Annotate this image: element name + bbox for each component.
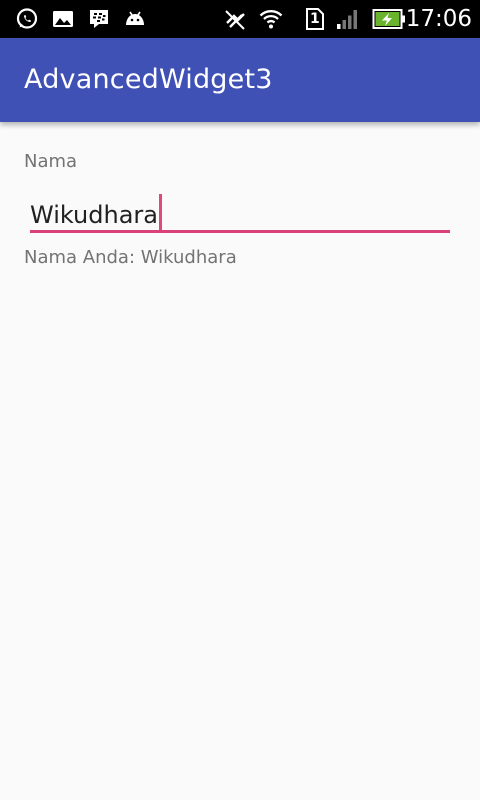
- gallery-icon: [50, 7, 76, 31]
- bbm-icon: [86, 7, 112, 31]
- signal-icon: [334, 7, 360, 31]
- app-title: AdvancedWidget3: [24, 64, 273, 95]
- status-bar: 1 17:06: [0, 0, 480, 38]
- sim-icon: 1: [304, 7, 326, 31]
- battery-charging-icon: [372, 7, 406, 31]
- whatsapp-icon: [14, 7, 40, 31]
- app-bar: AdvancedWidget3: [0, 38, 480, 122]
- name-label: Nama: [24, 151, 78, 172]
- name-output-text: Nama Anda: Wikudhara: [24, 247, 237, 268]
- name-input-value[interactable]: Wikudhara: [30, 194, 162, 232]
- status-time: 17:06: [405, 6, 472, 32]
- wifi-icon: [258, 7, 284, 31]
- android-debug-icon: [122, 7, 148, 31]
- app-screen: 1 17:06 AdvancedWidget3 Nama Wikudhara N…: [0, 0, 480, 800]
- name-input[interactable]: Wikudhara: [30, 190, 450, 234]
- sim-slot-number: 1: [310, 11, 320, 27]
- mute-icon: [222, 7, 248, 31]
- text-cursor: [158, 194, 162, 232]
- input-underline: [30, 230, 450, 233]
